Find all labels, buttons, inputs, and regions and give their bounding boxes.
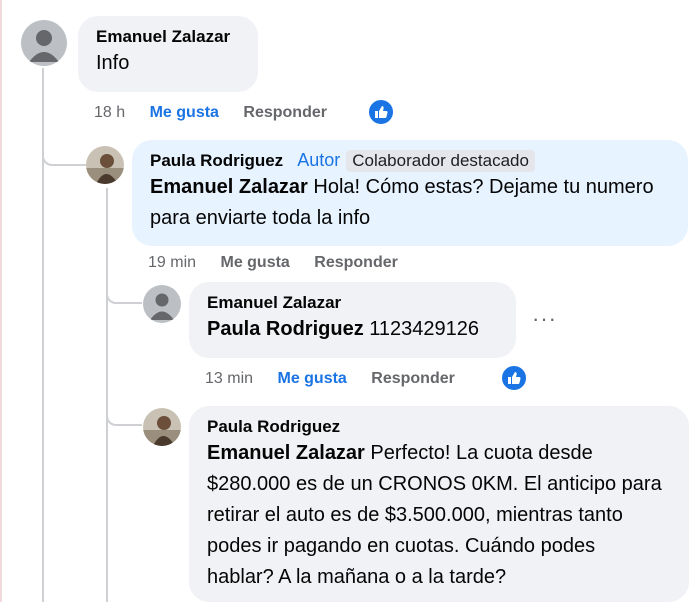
comment-message: 1123429126 [369,318,480,340]
default-user-avatar [21,20,67,66]
thumbs-up-icon [508,372,521,384]
profile-photo [86,146,124,184]
more-options-icon[interactable]: ··· [532,306,557,332]
author-tag: Autor [297,150,341,170]
comment-author[interactable]: Paula Rodriguez [150,150,283,172]
comment-bubble: Emanuel Zalazar Info [78,16,258,92]
like-button[interactable]: Me gusta [220,254,289,272]
comment-actions: 13 min Me gusta Responder [205,370,475,388]
comment-text: Emanuel Zalazar Perfecto! La cuota desde… [207,438,667,593]
like-button[interactable]: Me gusta [277,370,346,388]
comment-time[interactable]: 13 min [205,370,253,388]
thread-connector-2 [106,278,142,304]
comment-text: Paula Rodriguez 1123429126 [207,314,502,345]
comment-author[interactable]: Emanuel Zalazar [207,292,341,314]
like-reaction[interactable] [500,364,528,392]
thread-line-sub [106,188,108,602]
contributor-badge: Colaborador destacado [346,150,535,172]
avatar[interactable] [21,20,67,66]
like-button[interactable]: Me gusta [150,104,219,122]
thumbs-up-icon [375,106,388,118]
comment-author[interactable]: Emanuel Zalazar [96,26,230,48]
comment-time[interactable]: 19 min [148,254,196,272]
comment-time[interactable]: 18 h [94,104,125,122]
thread-connector-3 [106,400,142,426]
comment-actions: 18 h Me gusta Responder [94,104,347,122]
default-user-avatar [143,285,181,323]
comment-bubble: Emanuel Zalazar Paula Rodriguez 11234291… [189,282,516,358]
avatar[interactable] [143,285,181,323]
mention-link[interactable]: Emanuel Zalazar [150,176,308,198]
like-reaction[interactable] [367,98,395,126]
reply-button[interactable]: Responder [371,370,455,388]
reply-button[interactable]: Responder [243,104,327,122]
page-left-border [0,0,2,602]
comment-bubble: Paula Rodriguez Emanuel Zalazar Perfecto… [189,406,689,602]
thread-connector-1 [42,130,86,166]
comment-bubble-highlighted: Paula Rodriguez Autor Colaborador destacad… [132,140,688,246]
profile-photo [143,408,181,446]
reply-button[interactable]: Responder [314,254,398,272]
avatar[interactable] [143,408,181,446]
comment-actions: 19 min Me gusta Responder [148,254,418,272]
comment-author[interactable]: Paula Rodriguez [207,416,340,438]
avatar[interactable] [86,146,124,184]
mention-link[interactable]: Emanuel Zalazar [207,442,365,464]
comment-text: Info [96,52,130,74]
comment-text: Emanuel Zalazar Hola! Cómo estas? Dejame… [150,172,674,234]
mention-link[interactable]: Paula Rodriguez [207,318,364,340]
